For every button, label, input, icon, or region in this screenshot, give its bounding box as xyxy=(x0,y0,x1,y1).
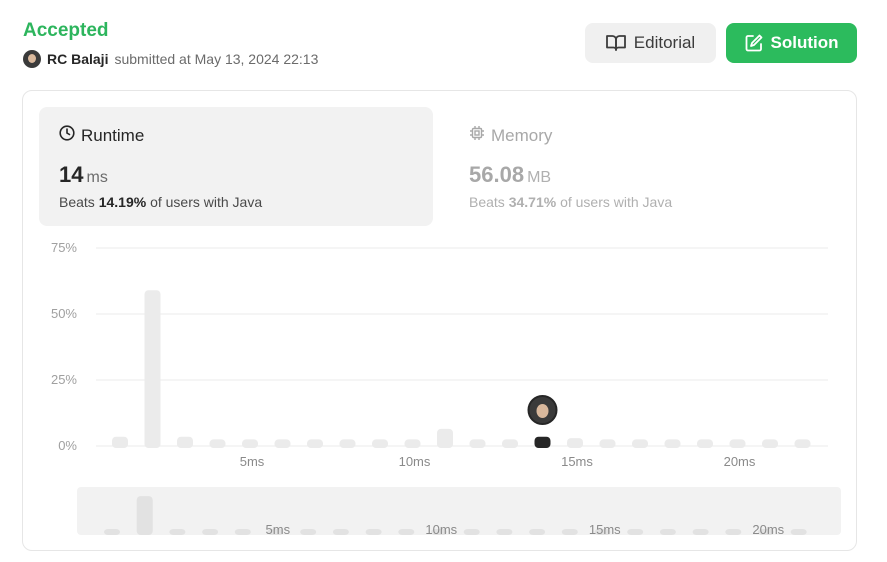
bar xyxy=(274,439,291,448)
bar xyxy=(242,439,258,448)
bar xyxy=(372,439,388,448)
navigator-bar xyxy=(692,529,709,535)
bar xyxy=(567,438,583,448)
runtime-distribution-chart: 0% 25% 50% 75% 5ms 10ms 15ms 20ms 5ms 10ms 15ms 20m… xyxy=(51,240,828,537)
bar xyxy=(404,439,421,448)
navigator-bar xyxy=(790,529,807,535)
bar xyxy=(697,439,713,448)
navigator-bar xyxy=(463,529,480,535)
bar xyxy=(144,290,161,448)
bar xyxy=(177,436,193,448)
navigator-bar xyxy=(104,529,120,535)
navigator-bar xyxy=(169,529,186,535)
y-tick-label: 50% xyxy=(51,306,77,321)
bar xyxy=(339,439,356,448)
navigator-bar xyxy=(627,529,644,535)
navigator-bar xyxy=(529,529,546,535)
navigator-bar xyxy=(365,529,382,535)
navigator-bar xyxy=(725,529,742,535)
bar xyxy=(437,428,453,448)
bar xyxy=(209,439,226,448)
bar xyxy=(664,439,681,448)
navigator-bar xyxy=(332,529,349,535)
user-runtime-bar xyxy=(534,436,551,448)
navigator-tick-label: 5ms xyxy=(266,522,291,537)
bar xyxy=(599,439,616,448)
navigator-bar xyxy=(136,496,153,535)
y-tick-label: 75% xyxy=(51,240,77,255)
bar xyxy=(307,439,323,448)
navigator-bar xyxy=(398,529,415,535)
bar xyxy=(112,436,128,448)
bar xyxy=(729,439,746,448)
y-tick-label: 0% xyxy=(58,438,77,453)
x-tick-label: 20ms xyxy=(724,454,756,469)
bar xyxy=(469,439,486,448)
y-tick-label: 25% xyxy=(51,372,77,387)
bar xyxy=(502,439,518,448)
navigator-tick-label: 15ms xyxy=(589,522,621,537)
navigator-bar xyxy=(300,529,317,535)
navigator-bar xyxy=(234,529,251,535)
bar xyxy=(762,439,778,448)
x-tick-label: 10ms xyxy=(399,454,431,469)
navigator-bar xyxy=(561,529,578,535)
navigator-tick-label: 10ms xyxy=(425,522,457,537)
x-tick-label: 5ms xyxy=(240,454,265,469)
bar xyxy=(632,439,648,448)
navigator-bar xyxy=(659,529,676,535)
x-tick-label: 15ms xyxy=(561,454,593,469)
bar xyxy=(794,439,811,448)
navigator-bar xyxy=(496,529,513,535)
user-avatar-marker[interactable] xyxy=(527,395,558,425)
navigator-tick-label: 20ms xyxy=(752,522,784,537)
navigator-bar xyxy=(202,529,219,535)
